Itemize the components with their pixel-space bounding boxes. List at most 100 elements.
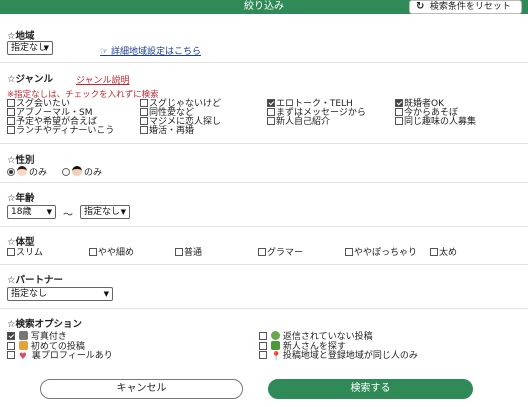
genre-title: ☆ジャンル	[7, 74, 54, 85]
detail-region-link[interactable]: ☞ 詳細地域設定はこちら	[100, 44, 201, 57]
checkbox-box-checked	[7, 332, 15, 340]
checkbox-box	[7, 351, 15, 359]
checkbox-box	[89, 248, 97, 256]
checkbox-label: 太め	[439, 248, 458, 258]
checkbox-box	[430, 248, 438, 256]
region-title: ☆地域	[7, 31, 35, 42]
checkbox-box	[395, 117, 403, 125]
checkbox-label: ランチやディナーいこう	[16, 126, 115, 136]
checkbox-box-checked	[395, 99, 403, 107]
checkbox-box	[267, 117, 275, 125]
gender-radio-male[interactable]: のみ	[62, 166, 102, 179]
checkbox-box	[267, 108, 275, 116]
checkbox-label: グラマー	[267, 248, 304, 258]
option-checkbox-first-post[interactable]: 初めての投稿	[7, 341, 85, 352]
chevron-down-icon: ▼	[43, 44, 49, 52]
option-checkbox-photo[interactable]: 写真付き	[7, 331, 67, 342]
option-checkbox-unreplied[interactable]: 返信されていない投稿	[259, 331, 373, 342]
checkbox-box	[259, 342, 267, 350]
body-checkbox-heavy[interactable]: 太め	[430, 248, 457, 258]
genre-checkbox-marriage[interactable]: 婚活・再婚	[140, 126, 194, 136]
gender-title: ☆性別	[7, 155, 35, 166]
divider	[0, 226, 528, 227]
divider	[0, 182, 528, 183]
option-checkbox-newcomer[interactable]: 新人さんを探す	[259, 341, 346, 352]
male-face-icon	[72, 166, 82, 176]
checkbox-box	[259, 351, 267, 359]
checkbox-box	[140, 108, 148, 116]
chevron-down-icon: ▼	[103, 290, 109, 298]
chevron-down-icon: ▼	[46, 208, 52, 216]
checkbox-box	[140, 117, 148, 125]
body-checkbox-plump[interactable]: ややぽっちゃり	[345, 248, 417, 258]
divider	[0, 143, 528, 144]
checkbox-label: 同じ趣味の人募集	[404, 117, 477, 127]
body-checkbox-glamour[interactable]: グラマー	[258, 248, 303, 258]
radio-label: のみ	[29, 168, 48, 178]
chevron-down-icon: ▼	[120, 208, 126, 216]
checkbox-box	[7, 248, 15, 256]
checkbox-label: 婚活・再婚	[149, 126, 195, 136]
checkbox-box	[259, 332, 267, 340]
body-type-title: ☆体型	[7, 237, 35, 248]
divider	[0, 62, 528, 63]
genre-checkbox-lunch[interactable]: ランチやディナーいこう	[7, 126, 114, 136]
checkbox-box	[7, 126, 15, 134]
region-select[interactable]: 指定なし ▼	[7, 41, 53, 55]
age-from-select[interactable]: 18歳 ▼	[7, 205, 56, 219]
partner-select-value: 指定なし	[11, 289, 48, 299]
refresh-icon: ↻	[416, 1, 425, 12]
search-options-title: ☆検索オプション	[7, 319, 83, 330]
genre-checkbox-hobby[interactable]: 同じ趣味の人募集	[395, 117, 476, 127]
hand-pointer-icon: ☞	[100, 47, 109, 57]
search-button[interactable]: 検索する	[268, 379, 473, 399]
checkbox-box	[345, 248, 353, 256]
option-checkbox-same-region[interactable]: 📍投稿地域と登録地域が同じ人のみ	[259, 351, 418, 362]
checkbox-box	[140, 99, 148, 107]
age-title: ☆年齢	[7, 193, 35, 204]
divider	[0, 308, 528, 309]
title-bar: 絞り込み ↻ 検索条件をリセット	[0, 0, 528, 14]
partner-title: ☆パートナー	[7, 275, 64, 286]
radio-dot-selected	[7, 168, 15, 176]
age-to-select[interactable]: 指定なし ▼	[80, 205, 130, 219]
gender-radio-female[interactable]: のみ	[7, 166, 47, 179]
checkbox-box	[258, 248, 266, 256]
checkbox-box	[395, 108, 403, 116]
checkbox-label: ややぽっちゃり	[354, 248, 418, 258]
body-checkbox-slender[interactable]: やや細め	[89, 248, 134, 258]
checkbox-label: やや細め	[98, 248, 135, 258]
checkbox-label: 普通	[184, 248, 203, 258]
region-select-value: 指定なし	[11, 43, 48, 53]
checkbox-label: スリム	[16, 248, 44, 258]
detail-region-link-label: 詳細地域設定はこちら	[110, 47, 201, 57]
option-checkbox-secret-profile[interactable]: ♥ 裏プロフィールあり	[7, 351, 113, 362]
first-post-icon	[18, 341, 28, 350]
checkbox-box	[140, 126, 148, 134]
female-face-icon	[17, 166, 27, 176]
genre-help-link[interactable]: ジャンル説明	[76, 73, 130, 86]
checkbox-label: 新人自己紹介	[276, 117, 331, 127]
age-to-value: 指定なし	[84, 207, 121, 217]
checkbox-box-checked	[267, 99, 275, 107]
clover-icon	[270, 331, 280, 340]
heart-icon: ♥	[18, 352, 27, 362]
body-checkbox-slim[interactable]: スリム	[7, 248, 43, 258]
pin-icon: 📍	[270, 352, 283, 362]
genre-checkbox-intro[interactable]: 新人自己紹介	[267, 117, 330, 127]
radio-label: のみ	[84, 168, 103, 178]
checkbox-box	[175, 248, 183, 256]
cancel-button[interactable]: キャンセル	[40, 379, 243, 399]
checkbox-label: 裏プロフィールあり	[31, 351, 113, 361]
photo-icon	[18, 331, 28, 340]
checkbox-label: 投稿地域と登録地域が同じ人のみ	[282, 351, 418, 361]
reset-conditions-button[interactable]: ↻ 検索条件をリセット	[409, 0, 522, 14]
checkbox-box	[7, 99, 15, 107]
checkbox-box	[7, 117, 15, 125]
checkbox-box	[7, 342, 15, 350]
divider	[0, 264, 528, 265]
age-from-value: 18歳	[11, 207, 32, 217]
beginner-icon	[270, 341, 280, 350]
partner-select[interactable]: 指定なし ▼	[7, 287, 113, 301]
body-checkbox-normal[interactable]: 普通	[175, 248, 202, 258]
